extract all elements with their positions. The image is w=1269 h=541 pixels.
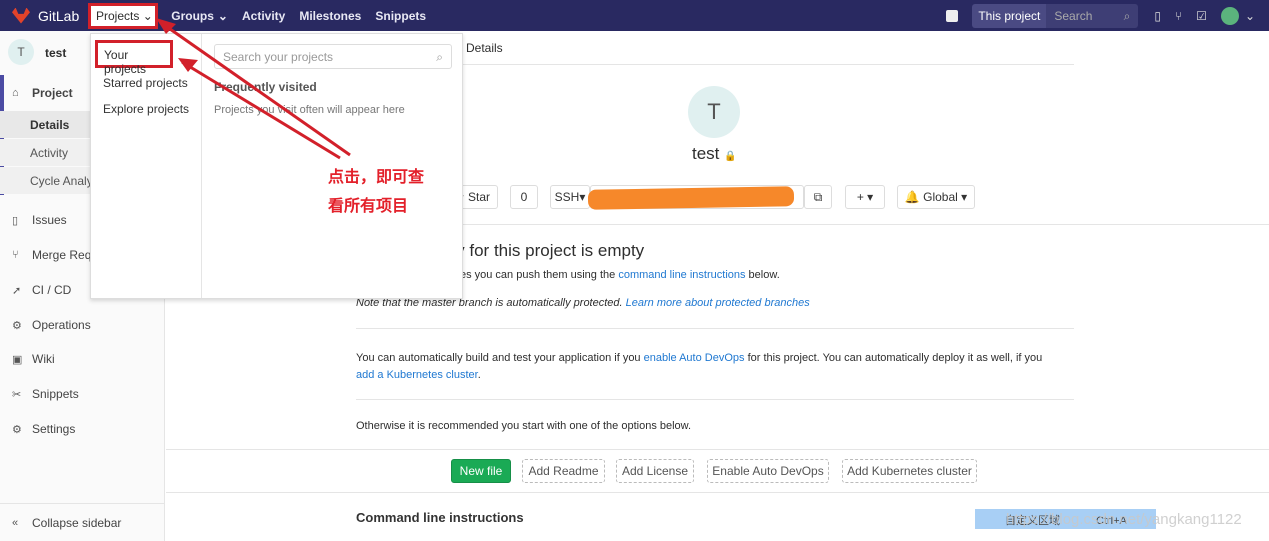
arrow-to-projects xyxy=(159,20,351,157)
annotation-text: 点击，即可查 看所有项目 xyxy=(328,163,424,221)
annotation-line: 看所有项目 xyxy=(328,198,409,215)
annotation-line: 点击，即可查 xyxy=(328,169,425,186)
annotation-arrows xyxy=(156,18,351,160)
arrow-to-your-projects xyxy=(181,60,341,160)
